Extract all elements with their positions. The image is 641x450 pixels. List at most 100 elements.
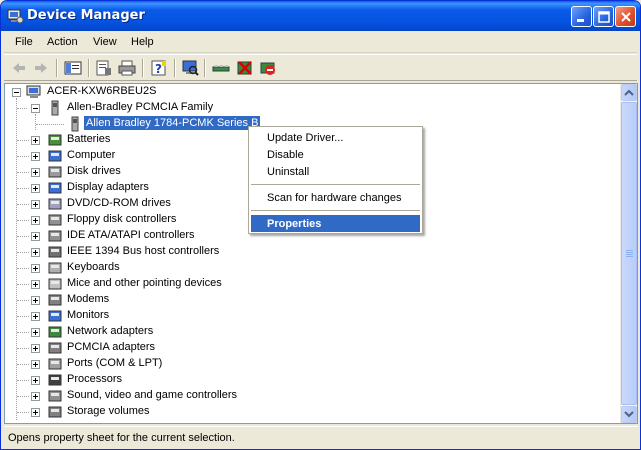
minimize-button[interactable] — [571, 6, 592, 27]
tree-category-label: Computer — [67, 149, 116, 161]
tree-category-label: Mice and other pointing devices — [67, 277, 222, 289]
tree-category[interactable]: Mice and other pointing devices — [5, 276, 305, 292]
expand-toggle[interactable] — [31, 168, 40, 177]
scroll-grip — [626, 254, 633, 255]
tree-category[interactable]: Storage volumes — [5, 404, 305, 420]
dvd-drive-icon — [48, 198, 62, 210]
tree-line — [17, 364, 29, 365]
tree-root-label: ACER-KXW6RBEU2S — [47, 85, 157, 97]
tree-line — [17, 300, 29, 301]
disk-drive-icon — [48, 166, 62, 178]
scroll-up-button[interactable] — [621, 84, 637, 101]
tree-line — [17, 332, 29, 333]
tree-line — [17, 396, 29, 397]
expand-toggle[interactable] — [31, 312, 40, 321]
menu-action[interactable]: Action — [47, 36, 78, 48]
ctx-uninstall[interactable]: Uninstall — [251, 163, 420, 180]
tree-line — [17, 284, 29, 285]
maximize-icon — [598, 11, 610, 23]
expand-toggle[interactable] — [31, 392, 40, 401]
expand-toggle[interactable] — [31, 232, 40, 241]
menu-help[interactable]: Help — [131, 36, 154, 48]
pcmcia-card-icon — [71, 116, 79, 132]
tree-root[interactable]: ACER-KXW6RBEU2S — [5, 84, 305, 100]
tree-category[interactable]: Network adapters — [5, 324, 305, 340]
computer-icon — [26, 85, 41, 98]
scroll-grip — [626, 250, 633, 251]
scroll-down-button[interactable] — [621, 406, 637, 423]
help-icon[interactable]: ? — [150, 59, 168, 77]
tree-category[interactable]: Modems — [5, 292, 305, 308]
expand-toggle[interactable] — [31, 328, 40, 337]
expand-toggle[interactable] — [31, 264, 40, 273]
expand-toggle[interactable] — [31, 200, 40, 209]
tree-category[interactable]: Keyboards — [5, 260, 305, 276]
tree-category[interactable]: Processors — [5, 372, 305, 388]
chevron-down-icon — [624, 411, 634, 418]
ctx-item-label: Scan for hardware changes — [267, 192, 402, 204]
expand-toggle[interactable] — [31, 296, 40, 305]
pcmcia-card-icon — [51, 100, 59, 116]
menu-view[interactable]: View — [93, 36, 117, 48]
show-hide-console-tree-icon[interactable] — [64, 59, 82, 77]
svg-text:?: ? — [155, 62, 162, 76]
menu-bar: File Action View Help — [4, 31, 637, 53]
ctx-update-driver[interactable]: Update Driver... — [251, 129, 420, 146]
tree-line — [17, 380, 29, 381]
tree-line — [17, 316, 29, 317]
expand-toggle[interactable] — [31, 360, 40, 369]
tree-category[interactable]: Monitors — [5, 308, 305, 324]
tree-line — [17, 156, 29, 157]
forward-icon[interactable] — [32, 59, 50, 77]
toolbar-separator — [88, 59, 90, 77]
title-bar[interactable]: Device Manager — [1, 1, 640, 31]
expand-toggle[interactable] — [31, 376, 40, 385]
disable-icon[interactable] — [259, 59, 277, 77]
close-button[interactable] — [615, 6, 636, 27]
tree-category[interactable]: PCMCIA adapters — [5, 340, 305, 356]
uninstall-icon[interactable] — [236, 59, 254, 77]
expand-toggle[interactable] — [31, 184, 40, 193]
properties-icon[interactable] — [95, 59, 113, 77]
collapse-toggle[interactable] — [31, 104, 40, 113]
tree-category[interactable]: IEEE 1394 Bus host controllers — [5, 244, 305, 260]
print-icon[interactable] — [118, 59, 136, 77]
expand-toggle[interactable] — [31, 136, 40, 145]
tree-category-label: Batteries — [67, 133, 111, 145]
update-driver-icon[interactable] — [212, 59, 230, 77]
tree-category-label: Modems — [67, 293, 110, 305]
expand-toggle[interactable] — [31, 408, 40, 417]
scroll-grip — [626, 256, 633, 257]
scroll-thumb[interactable] — [621, 102, 637, 405]
tree-category-label: Floppy disk controllers — [67, 213, 177, 225]
expand-toggle[interactable] — [31, 280, 40, 289]
expand-toggle[interactable] — [31, 344, 40, 353]
tree-category-label: Allen-Bradley PCMCIA Family — [67, 101, 214, 113]
tree-line — [17, 172, 29, 173]
tree-line — [36, 124, 64, 125]
collapse-toggle[interactable] — [12, 88, 21, 97]
back-icon[interactable] — [10, 59, 28, 77]
tree-category-label: Network adapters — [67, 325, 154, 337]
tree-category-label: Processors — [67, 373, 123, 385]
minimize-icon — [577, 19, 584, 22]
ctx-properties[interactable]: Properties — [251, 215, 420, 232]
expand-toggle[interactable] — [31, 216, 40, 225]
tree-category[interactable]: Sound, video and game controllers — [5, 388, 305, 404]
sound-icon — [48, 390, 62, 402]
tree-category-label: PCMCIA adapters — [67, 341, 156, 353]
tree-category[interactable]: Ports (COM & LPT) — [5, 356, 305, 372]
tree-line — [17, 108, 27, 109]
expand-toggle[interactable] — [31, 248, 40, 257]
scan-hardware-icon[interactable] — [181, 59, 199, 77]
tree-category-label: IDE ATA/ATAPI controllers — [67, 229, 195, 241]
expand-toggle[interactable] — [31, 152, 40, 161]
ctx-scan-hardware[interactable]: Scan for hardware changes — [251, 189, 420, 206]
processor-icon — [48, 374, 62, 386]
vertical-scrollbar[interactable] — [620, 84, 637, 423]
ctx-disable[interactable]: Disable — [251, 146, 420, 163]
tree-line — [17, 188, 29, 189]
tree-category-allen-bradley[interactable]: Allen-Bradley PCMCIA Family — [5, 100, 305, 116]
maximize-button[interactable] — [593, 6, 614, 27]
menu-file[interactable]: File — [15, 36, 33, 48]
